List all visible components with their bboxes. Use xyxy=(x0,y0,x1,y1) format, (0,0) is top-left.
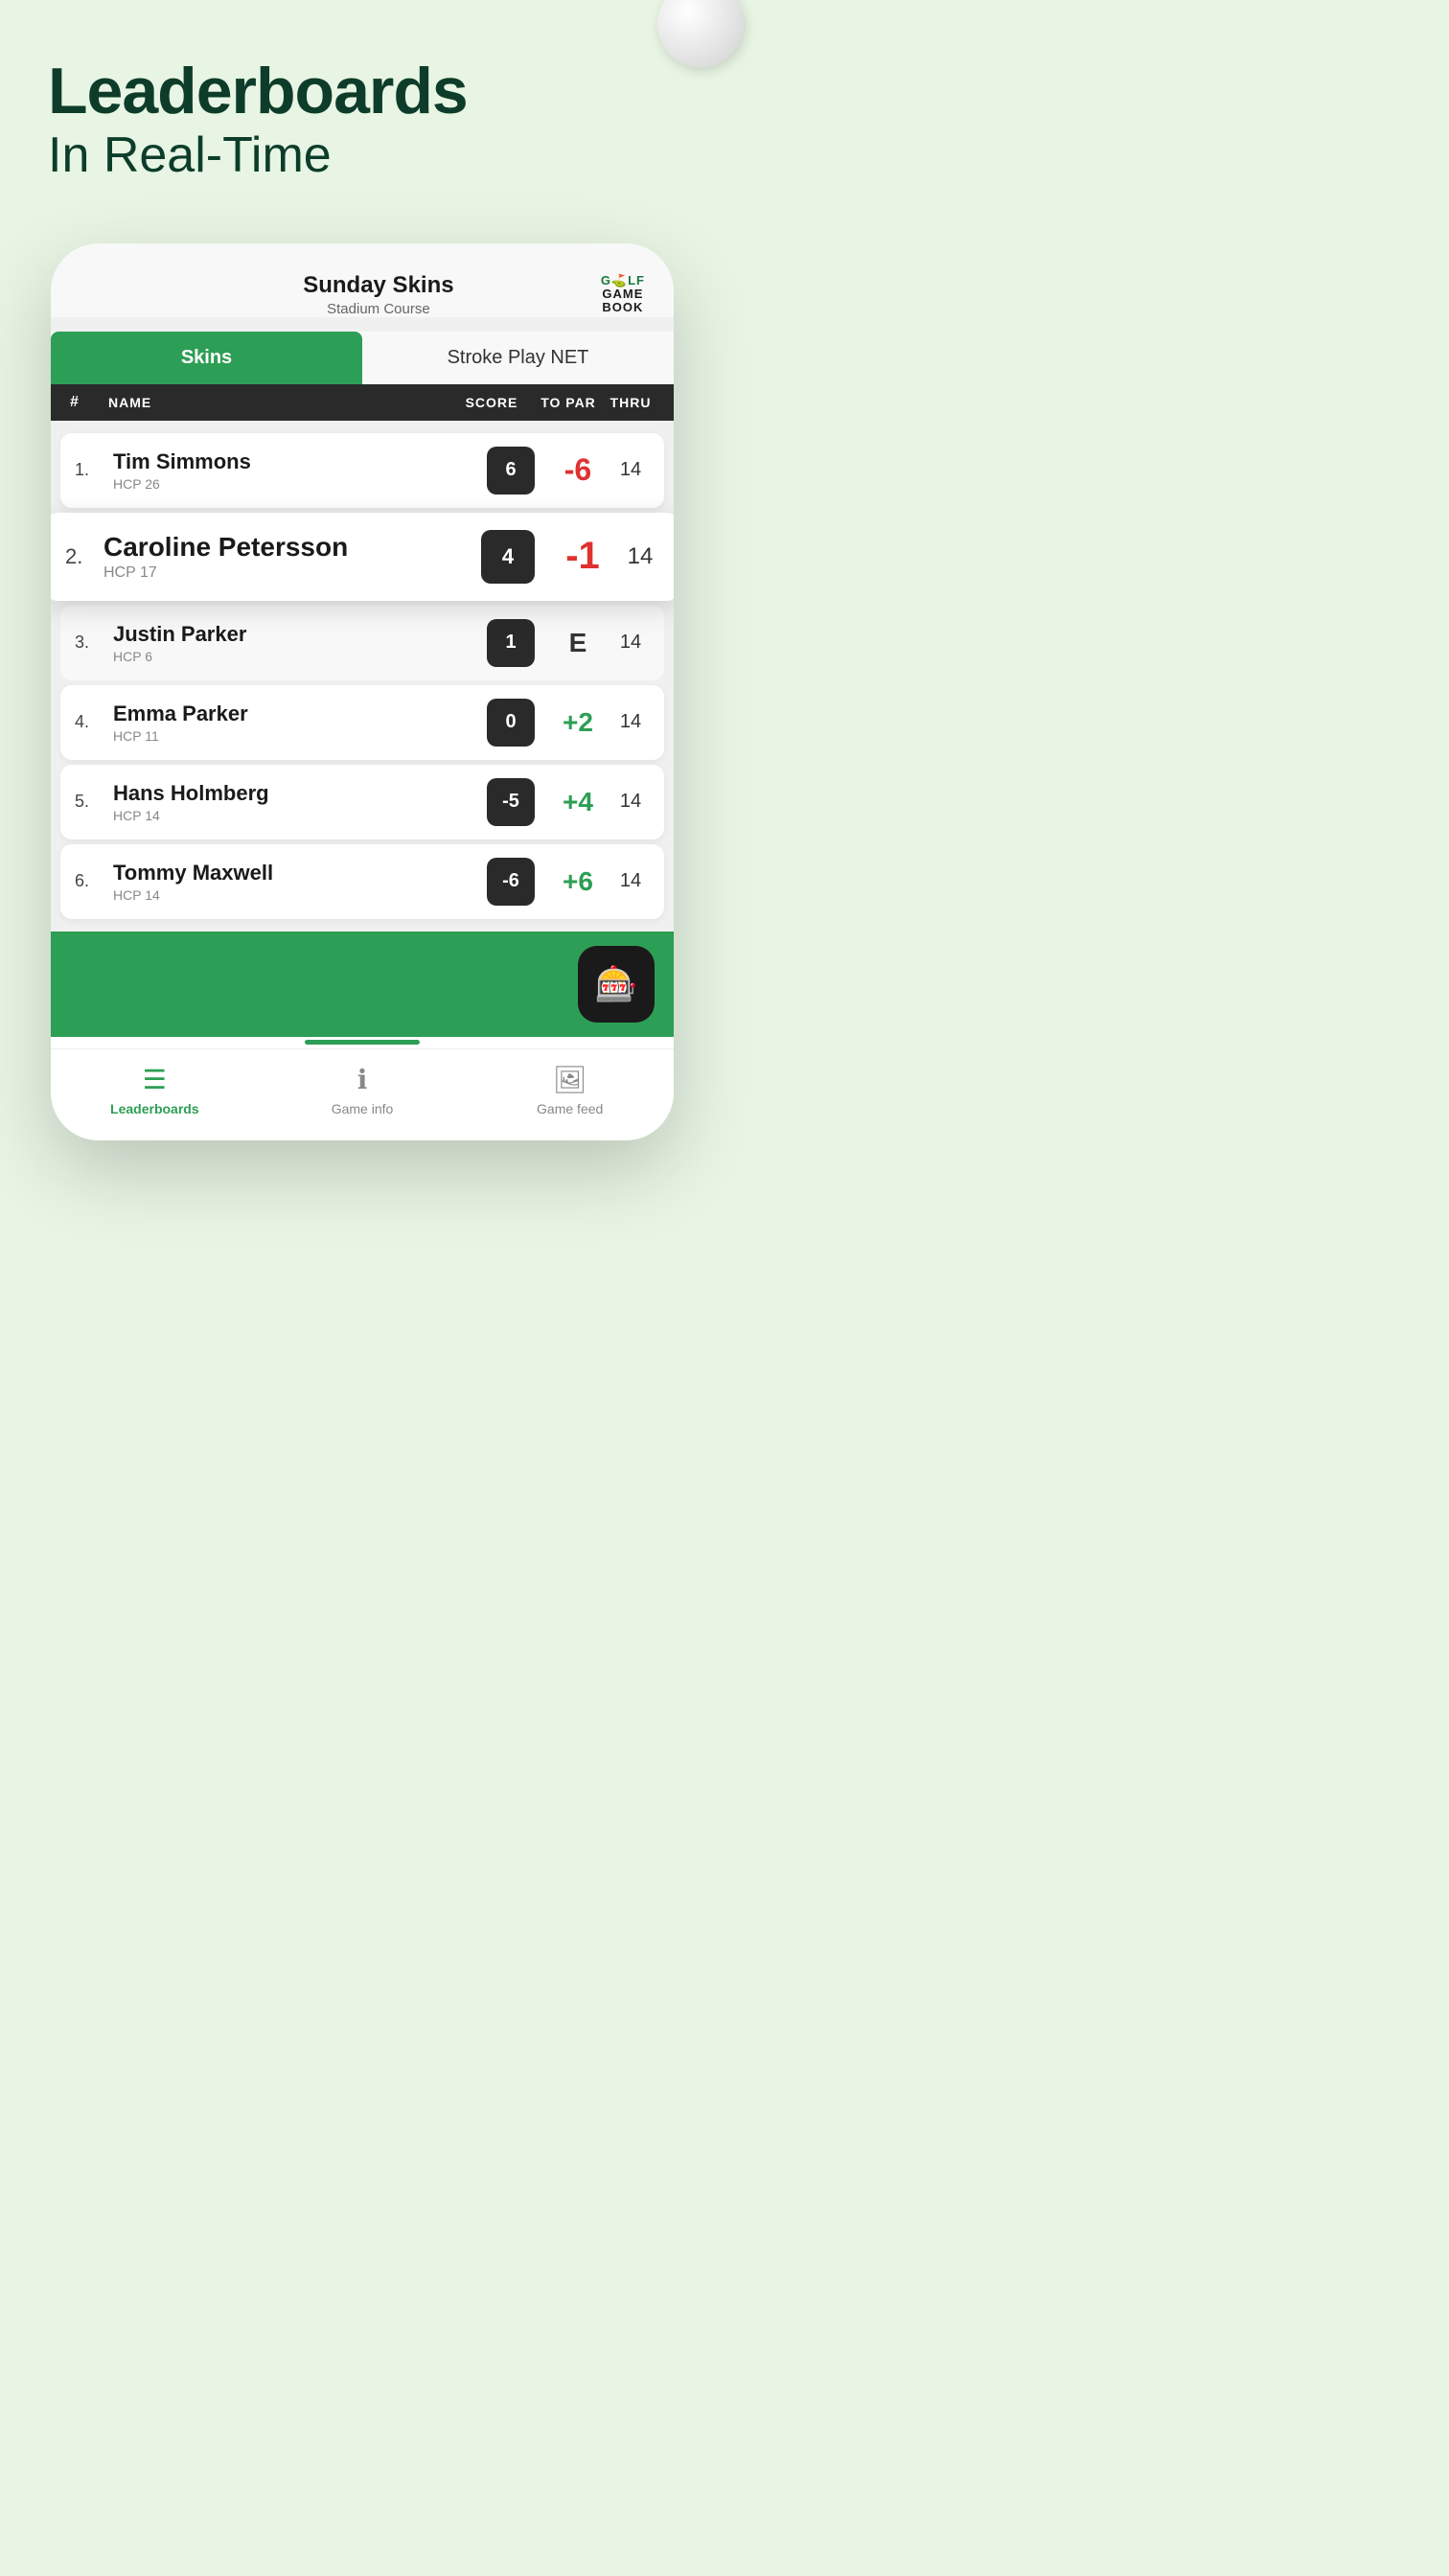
player-3-thru: 14 xyxy=(611,632,650,654)
player-4-hcp: HCP 11 xyxy=(113,728,487,744)
player-6-topar: +6 xyxy=(544,866,611,897)
game-feed-icon: 🖼 xyxy=(553,1064,587,1095)
player-1-score: 6 xyxy=(487,447,535,494)
app-subtitle: Stadium Course xyxy=(156,301,601,317)
logo-game: GAME xyxy=(602,288,643,301)
player-4-topar: +2 xyxy=(544,707,611,738)
player-6-score: -6 xyxy=(487,858,535,906)
table-row: 4. Emma Parker HCP 11 0 +2 14 xyxy=(60,685,664,760)
chips-icon: 🎰 xyxy=(595,964,638,1004)
col-rank: # xyxy=(70,394,108,411)
app-header: Sunday Skins Stadium Course G⛳LF GAME BO… xyxy=(51,243,674,317)
player-5-thru: 14 xyxy=(611,791,650,813)
table-row: 2. Caroline Petersson HCP 17 4 -1 14 xyxy=(51,513,674,601)
rank-4: 4. xyxy=(75,712,113,732)
player-1-hcp: HCP 26 xyxy=(113,476,487,492)
tab-skins[interactable]: Skins xyxy=(51,332,362,384)
rank-2: 2. xyxy=(65,544,104,569)
player-2-hcp: HCP 17 xyxy=(104,564,481,582)
rank-3: 3. xyxy=(75,632,113,653)
app-title: Sunday Skins xyxy=(156,272,601,299)
game-info-icon: ℹ xyxy=(357,1064,368,1095)
game-feed-label: Game feed xyxy=(537,1101,603,1116)
tabs-row: Skins Stroke Play NET xyxy=(51,332,674,384)
player-1-name: Tim Simmons xyxy=(113,449,487,474)
player-6-hcp: HCP 14 xyxy=(113,887,487,903)
table-row: 3. Justin Parker HCP 6 1 E 14 xyxy=(60,606,664,680)
player-3-topar: E xyxy=(544,628,611,658)
player-4-name: Emma Parker xyxy=(113,702,487,726)
player-2-thru: 14 xyxy=(621,543,659,570)
table-row: 5. Hans Holmberg HCP 14 -5 +4 14 xyxy=(60,765,664,840)
nav-leaderboards[interactable]: ☰ Leaderboards xyxy=(51,1064,259,1116)
green-footer: 🎰 xyxy=(51,932,674,1037)
ggb-logo: G⛳LF GAME BOOK xyxy=(601,274,645,315)
tab-stroke-play[interactable]: Stroke Play NET xyxy=(362,332,674,384)
player-2-name: Caroline Petersson xyxy=(104,532,481,563)
sub-title: In Real-Time xyxy=(48,126,677,185)
player-2-topar: -1 xyxy=(544,535,621,578)
leaderboard-area: 1. Tim Simmons HCP 26 6 -6 14 2. Carolin… xyxy=(51,421,674,932)
game-info-label: Game info xyxy=(332,1101,394,1116)
logo-golf: G⛳LF xyxy=(601,274,645,288)
leaderboards-icon: ☰ xyxy=(143,1064,167,1095)
player-2-info: Caroline Petersson HCP 17 xyxy=(104,532,481,582)
table-row: 6. Tommy Maxwell HCP 14 -6 +6 14 xyxy=(60,844,664,919)
player-2-score: 4 xyxy=(481,530,535,584)
leaderboards-label: Leaderboards xyxy=(110,1101,199,1116)
player-6-thru: 14 xyxy=(611,870,650,892)
player-6-info: Tommy Maxwell HCP 14 xyxy=(113,861,487,903)
player-4-score: 0 xyxy=(487,699,535,747)
player-5-topar: +4 xyxy=(544,787,611,817)
rank-5: 5. xyxy=(75,792,113,812)
player-4-thru: 14 xyxy=(611,711,650,733)
col-score: SCORE xyxy=(453,395,530,410)
player-1-info: Tim Simmons HCP 26 xyxy=(113,449,487,492)
bottom-nav: ☰ Leaderboards ℹ Game info 🖼 Game feed xyxy=(51,1048,674,1140)
logo-book: BOOK xyxy=(602,301,643,314)
player-3-score: 1 xyxy=(487,619,535,667)
rank-6: 6. xyxy=(75,871,113,891)
table-row: 1. Tim Simmons HCP 26 6 -6 14 xyxy=(60,433,664,508)
player-6-name: Tommy Maxwell xyxy=(113,861,487,886)
app-title-block: Sunday Skins Stadium Course xyxy=(156,272,601,317)
player-3-info: Justin Parker HCP 6 xyxy=(113,622,487,664)
progress-bar-row xyxy=(51,1037,674,1048)
player-5-score: -5 xyxy=(487,778,535,826)
nav-game-info[interactable]: ℹ Game info xyxy=(259,1064,467,1116)
player-3-hcp: HCP 6 xyxy=(113,649,487,664)
player-4-info: Emma Parker HCP 11 xyxy=(113,702,487,744)
col-name: NAME xyxy=(108,395,453,410)
player-5-name: Hans Holmberg xyxy=(113,781,487,806)
col-thru: THRU xyxy=(607,395,655,410)
main-title: Leaderboards xyxy=(48,58,677,126)
phone-mockup: Sunday Skins Stadium Course G⛳LF GAME BO… xyxy=(51,243,674,1140)
chips-icon-badge: 🎰 xyxy=(578,946,655,1023)
player-1-thru: 14 xyxy=(611,459,650,481)
player-1-topar: -6 xyxy=(544,452,611,488)
nav-game-feed[interactable]: 🖼 Game feed xyxy=(466,1064,674,1116)
col-topar: TO PAR xyxy=(530,395,607,410)
progress-indicator xyxy=(305,1040,420,1045)
header-section: Leaderboards In Real-Time xyxy=(0,0,724,215)
player-5-hcp: HCP 14 xyxy=(113,808,487,823)
player-5-info: Hans Holmberg HCP 14 xyxy=(113,781,487,823)
table-header: # NAME SCORE TO PAR THRU xyxy=(51,384,674,421)
player-3-name: Justin Parker xyxy=(113,622,487,647)
rank-1: 1. xyxy=(75,460,113,480)
